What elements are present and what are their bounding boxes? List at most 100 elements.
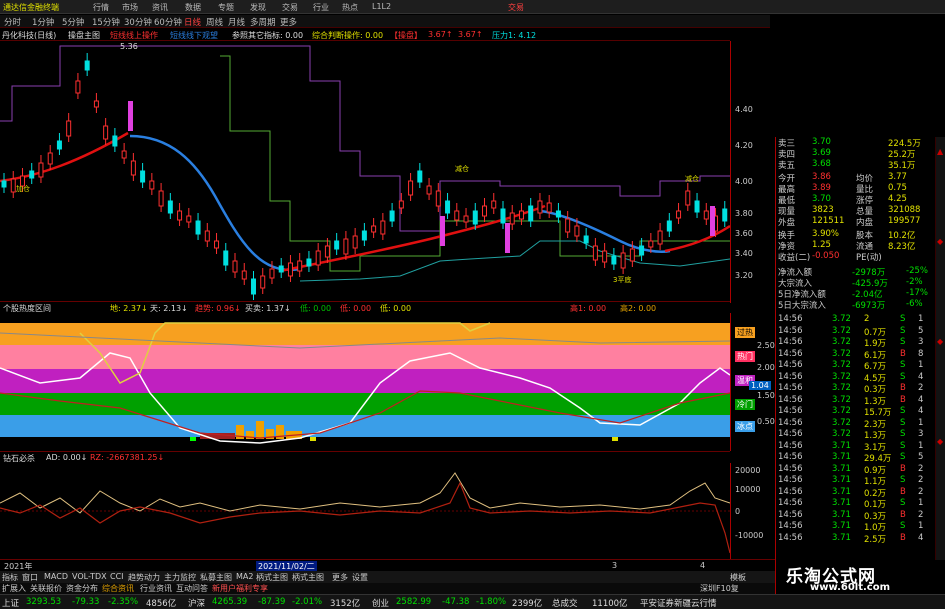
period-tab[interactable]: 1分钟 — [32, 16, 54, 28]
candle-body — [250, 278, 256, 295]
price-tick: 3.80 — [735, 209, 753, 218]
link[interactable]: 新用户福利专享 — [212, 583, 268, 594]
toolbar-icon[interactable]: ◆ — [937, 237, 943, 246]
link[interactable]: 资金分布 — [66, 583, 98, 594]
candlestick-chart[interactable]: 5.36 加仓 减仓 减仓 3平底 — [0, 41, 730, 303]
index-pct: -2.01% — [292, 597, 323, 607]
tab[interactable]: MA2 — [236, 572, 253, 581]
quote-value: 3.90% — [812, 229, 840, 239]
stock-name[interactable]: 丹化科技(日线) — [2, 30, 56, 41]
period-tab-selected[interactable]: 日线 — [184, 16, 201, 28]
menu-item[interactable]: 交易 — [282, 2, 298, 13]
toolbar-icon[interactable]: ◆ — [937, 337, 943, 346]
tick-time: 14:56 — [778, 486, 803, 497]
tick-time: 14:56 — [778, 452, 803, 462]
index-amount: 3152亿 — [330, 599, 361, 609]
flow-pct: -25% — [906, 266, 928, 276]
tick-time: 14:56 — [778, 360, 803, 370]
tick-volume: 3.1万 — [864, 442, 887, 453]
tick-time: 14:56 — [778, 475, 803, 485]
toolbar-icon[interactable]: ◆ — [937, 437, 943, 446]
menu-item[interactable]: 行情 — [93, 2, 109, 13]
trade-button[interactable]: 交易 — [508, 2, 524, 13]
tick-volume: 1.1万 — [864, 477, 887, 487]
tab[interactable]: 更多 — [332, 572, 348, 583]
indicator-name[interactable]: 操盘主图 — [68, 30, 100, 41]
candle-body — [84, 60, 90, 71]
tick-time: 14:56 — [778, 337, 803, 347]
period-tab[interactable]: 分时 — [4, 16, 21, 28]
candle-body — [371, 225, 377, 233]
period-tab[interactable]: 多周期 — [250, 16, 276, 28]
tab[interactable]: VOL-TDX — [72, 572, 107, 581]
candle-body — [29, 170, 35, 179]
menu-item[interactable]: 资讯 — [152, 2, 168, 13]
tick-time: 14:56 — [778, 371, 803, 382]
indicator-chart[interactable] — [0, 463, 730, 559]
quote-value: 3.86 — [812, 172, 831, 182]
tab[interactable]: 设置 — [352, 572, 368, 583]
template-button[interactable]: 模板 — [730, 572, 746, 583]
candle-body — [204, 230, 210, 242]
heat-band-chart[interactable] — [0, 313, 730, 451]
tick-count: 1 — [918, 360, 924, 370]
tick-side: B — [900, 394, 906, 405]
menu-item[interactable]: 数据 — [185, 2, 201, 13]
tab[interactable]: 柄式主图 — [292, 572, 324, 583]
candle-body — [491, 200, 497, 209]
tab[interactable]: 柄式主图 — [256, 572, 288, 583]
period-tab[interactable]: 更多 — [280, 16, 297, 28]
high-label: 5.36 — [120, 42, 138, 51]
period-tab[interactable]: 5分钟 — [62, 16, 84, 28]
quote-row: 卖五 3.68 35.1万 — [776, 159, 936, 171]
ind-tick: 0 — [735, 507, 741, 516]
menu-item[interactable]: 热点 — [342, 2, 358, 13]
heat-tick: 1.50 — [757, 391, 775, 400]
period-tab[interactable]: 60分钟 — [154, 16, 182, 28]
tab[interactable]: MACD — [44, 572, 68, 581]
menu-item[interactable]: 专题 — [218, 2, 234, 13]
tab[interactable]: 主力监控 — [164, 572, 196, 583]
index-label[interactable]: 上证 — [2, 597, 19, 609]
tab[interactable]: 窗口 — [22, 572, 38, 583]
tick-volume: 15.7万 — [864, 408, 892, 418]
link[interactable]: 关联报价 — [30, 583, 62, 594]
right-toolbar[interactable]: ▲ ◆ ◆ ◆ — [935, 137, 945, 577]
tick-side: S — [900, 475, 906, 485]
header-value: 短线线上操作 — [110, 31, 158, 40]
tick-count: 4 — [918, 532, 924, 543]
tab[interactable]: 趋势动力 — [128, 572, 160, 583]
period-tab[interactable]: 周线 — [206, 16, 223, 28]
index-label[interactable]: 创业 — [372, 597, 389, 609]
link[interactable]: 扩展入 — [2, 583, 26, 594]
candle-body — [676, 210, 682, 219]
tick-price: 3.71 — [832, 521, 851, 531]
link[interactable]: 行业资讯 — [140, 583, 172, 594]
index-value: 4265.39 — [212, 597, 248, 607]
tab[interactable]: 私募主图 — [200, 572, 232, 583]
period-tab[interactable]: 30分钟 — [124, 16, 152, 28]
toolbar-icon[interactable]: ▲ — [937, 147, 943, 156]
tick-price: 3.71 — [832, 486, 851, 497]
period-tab[interactable]: 月线 — [228, 16, 245, 28]
tab[interactable]: CCI — [110, 572, 124, 581]
tick-row: 14:56 3.72 0.7万 S 5 — [776, 326, 936, 338]
heat-tick: 2.00 — [757, 363, 775, 372]
tick-side: S — [900, 498, 906, 508]
flow-row: 5日净流入额 -2.04亿 -17% — [776, 288, 936, 300]
menu-item[interactable]: 发现 — [250, 2, 266, 13]
link[interactable]: 互动问答 — [176, 583, 208, 594]
quote-label: 收益(二) — [778, 253, 811, 263]
news-ticker[interactable]: 平安证券新疆云行情 — [640, 597, 717, 609]
index-label[interactable]: 沪深 — [188, 597, 205, 609]
period-tab[interactable]: 15分钟 — [92, 16, 120, 28]
menu-item[interactable]: 市场 — [122, 2, 138, 13]
menu-item[interactable]: L1L2 — [372, 2, 391, 11]
link[interactable]: 综合资讯 — [102, 583, 134, 594]
tick-side: B — [900, 509, 906, 520]
menu-item[interactable]: 行业 — [313, 2, 329, 13]
link[interactable]: 深圳F10复 — [700, 583, 739, 594]
tab[interactable]: 指标 — [2, 572, 18, 583]
quote-value: 121511 — [812, 216, 845, 226]
tick-side: B — [900, 463, 906, 474]
